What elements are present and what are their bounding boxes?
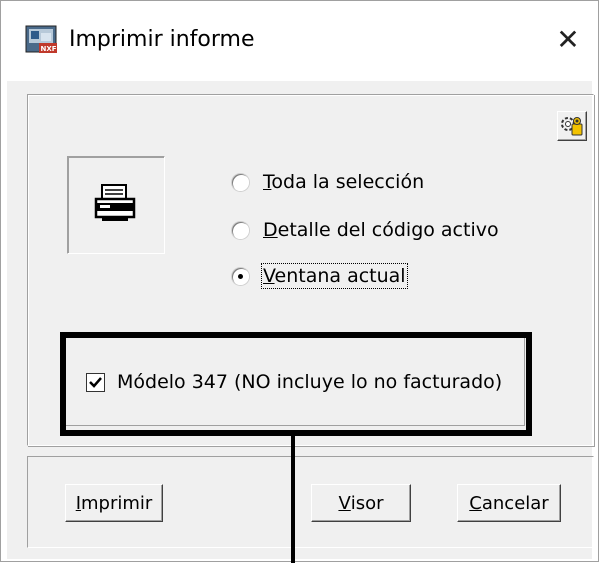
radio-detalle-codigo[interactable]: Detalle del código activo <box>232 217 499 243</box>
modelo-347-group: Módelo 347 (NO incluye lo no facturado) <box>63 336 525 426</box>
radio-button-selected[interactable] <box>232 267 249 285</box>
settings-person-icon <box>561 117 583 136</box>
title-bar: NXF Imprimir informe ✕ <box>1 1 598 81</box>
close-icon: ✕ <box>556 23 580 55</box>
dialog-body: Toda la selección Detalle del código act… <box>7 81 594 559</box>
modelo-347-checkbox[interactable] <box>86 372 105 392</box>
radio-button[interactable] <box>232 221 249 239</box>
radio-button[interactable] <box>232 173 249 191</box>
radio-label: Ventana actual <box>261 263 408 289</box>
printer-icon <box>94 184 136 221</box>
checkmark-icon <box>89 376 102 388</box>
annotation-pointer-line <box>291 431 295 563</box>
window-title: Imprimir informe <box>69 27 255 52</box>
close-button[interactable]: ✕ <box>546 17 590 61</box>
radio-toda-seleccion[interactable]: Toda la selección <box>232 169 424 195</box>
radio-label: Detalle del código activo <box>263 219 499 241</box>
print-report-dialog: NXF Imprimir informe ✕ Toda la selección… <box>0 0 599 563</box>
print-button[interactable]: Imprimir <box>65 484 163 522</box>
nxf-app-icon: NXF <box>25 25 57 53</box>
printer-picture <box>67 156 165 254</box>
viewer-button[interactable]: Visor <box>311 484 411 522</box>
settings-button[interactable] <box>557 111 587 141</box>
radio-ventana-actual[interactable]: Ventana actual <box>232 263 408 289</box>
radio-label: Toda la selección <box>263 171 425 193</box>
svg-text:NXF: NXF <box>41 45 57 53</box>
modelo-347-checkbox-row[interactable]: Módelo 347 (NO incluye lo no facturado) <box>86 371 502 393</box>
modelo-347-label: Módelo 347 (NO incluye lo no facturado) <box>117 371 503 393</box>
cancel-button[interactable]: Cancelar <box>457 484 561 522</box>
